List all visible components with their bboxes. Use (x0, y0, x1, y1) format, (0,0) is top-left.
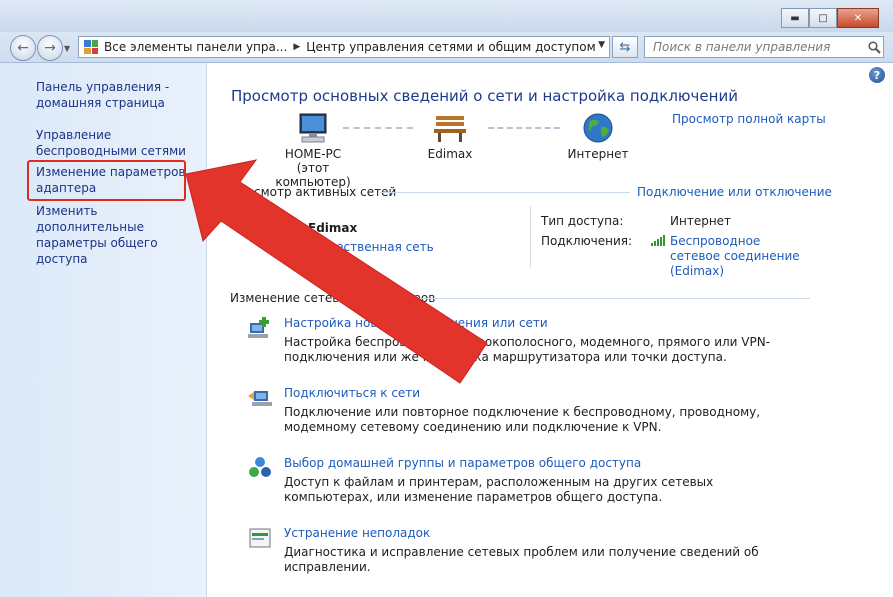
computer-icon (299, 113, 327, 143)
window-controls: ▬ □ ✕ (781, 8, 879, 28)
maximize-button[interactable]: □ (809, 8, 837, 28)
address-field[interactable]: Все элементы панели упра... ▶ Центр упра… (78, 36, 610, 58)
back-button[interactable]: ← (10, 35, 36, 61)
new-connection-link[interactable]: Настройка нового подключения или сети (284, 316, 548, 330)
connect-network-link[interactable]: Подключиться к сети (284, 386, 420, 400)
address-dropdown-icon[interactable]: ▼ (598, 40, 605, 50)
full-map-link[interactable]: Просмотр полной карты (672, 112, 826, 126)
troubleshoot-link[interactable]: Устранение неполадок (284, 526, 430, 540)
wifi-signal-icon (651, 235, 665, 246)
troubleshoot-icon (249, 528, 271, 548)
connections-label: Подключения: (541, 234, 633, 248)
forward-arrow-icon: → (44, 40, 56, 56)
forward-button[interactable]: → (37, 35, 63, 61)
search-icon[interactable] (865, 38, 883, 56)
bench-network-icon (434, 116, 466, 142)
divider (412, 298, 810, 299)
troubleshoot-desc: Диагностика и исправление сетевых пробле… (284, 545, 759, 574)
active-network-name: Edimax (308, 221, 358, 235)
refresh-icon: ⇆ (619, 39, 631, 55)
sidebar: Панель управления - домашняя страница Уп… (0, 63, 207, 597)
internet-label: Интернет (567, 147, 629, 161)
map-node-computer[interactable]: HOME-PC (этот компьютер) (268, 112, 358, 189)
control-panel-icon (84, 40, 98, 54)
sidebar-item-sharing-settings[interactable]: Изменить дополнительные параметры общего… (36, 203, 202, 267)
minimize-button[interactable]: ▬ (781, 8, 809, 28)
computer-name: HOME-PC (284, 147, 342, 161)
back-arrow-icon: ← (17, 40, 29, 56)
search-placeholder: Поиск в панели управления (653, 40, 831, 54)
connect-disconnect-link[interactable]: Подключение или отключение (637, 185, 832, 199)
breadcrumb-control-panel[interactable]: Все элементы панели упра... (104, 40, 287, 54)
homegroup-icon (249, 457, 271, 477)
new-connection-icon (248, 317, 269, 338)
network-node-name: Edimax (427, 147, 473, 161)
public-network-bench-icon (265, 223, 298, 241)
access-type-value: Интернет (670, 214, 732, 228)
connect-to-network-icon (248, 391, 272, 406)
sidebar-item-home[interactable]: Панель управления - домашняя страница (36, 79, 202, 111)
map-node-internet[interactable]: Интернет (563, 112, 633, 161)
globe-icon (583, 113, 613, 143)
access-type-label: Тип доступа: (541, 214, 624, 228)
wireless-connection-link[interactable]: Беспроводное сетевое соединение (Edimax) (670, 234, 810, 279)
refresh-button[interactable]: ⇆ (612, 36, 638, 58)
history-dropdown-icon[interactable]: ▼ (64, 44, 70, 53)
help-icon[interactable]: ? (869, 67, 885, 83)
connection-line (343, 127, 413, 130)
address-toolbar: ← → ▼ Все элементы панели упра... ▶ Цент… (0, 32, 893, 63)
divider (380, 192, 630, 193)
breadcrumb-separator-icon[interactable]: ▶ (293, 42, 300, 52)
title-bar: ▬ □ ✕ (0, 0, 893, 32)
homegroup-link[interactable]: Выбор домашней группы и параметров общег… (284, 456, 641, 470)
page-title: Просмотр основных сведений о сети и наст… (231, 87, 738, 105)
highlight-box (27, 160, 186, 201)
breadcrumb-network-center[interactable]: Центр управления сетями и общим доступом (306, 40, 595, 54)
new-connection-desc: Настройка беспроводного, широкополосного… (284, 335, 771, 364)
sidebar-item-wireless[interactable]: Управление беспроводными сетями (36, 127, 202, 159)
network-type-link[interactable]: Общественная сеть (308, 240, 434, 254)
change-settings-header: Изменение сетевых параметров (230, 291, 436, 305)
active-networks-header: Просмотр активных сетей (230, 185, 397, 199)
map-node-network[interactable]: Edimax (415, 112, 485, 161)
connection-line (488, 127, 560, 130)
homegroup-desc: Доступ к файлам и принтерам, расположенн… (284, 475, 714, 504)
vertical-divider (530, 206, 531, 268)
search-input[interactable]: Поиск в панели управления (644, 36, 884, 58)
connect-network-desc: Подключение или повторное подключение к … (284, 405, 761, 434)
close-button[interactable]: ✕ (837, 8, 879, 28)
